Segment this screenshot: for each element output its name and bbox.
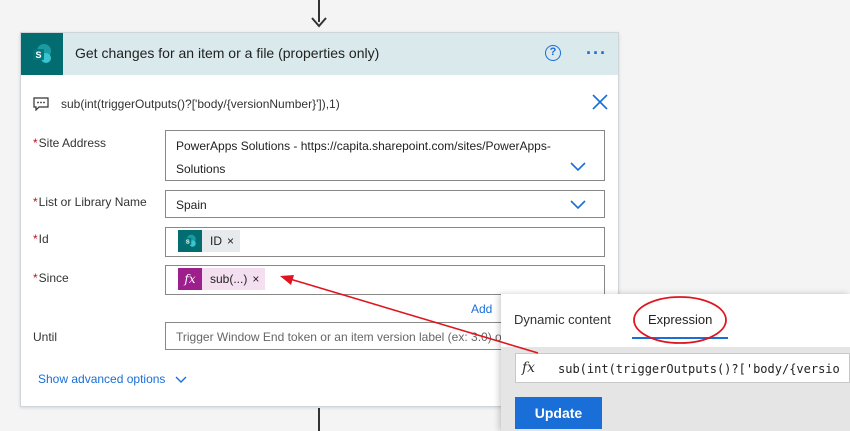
fx-icon: fx	[522, 360, 536, 376]
site-address-value-line1: PowerApps Solutions - https://capita.sha…	[176, 139, 551, 153]
help-icon[interactable]: ?	[545, 45, 561, 61]
until-label: Until	[33, 330, 58, 344]
expression-text: sub(int(triggerOutputs()?['body/{versio	[558, 362, 840, 376]
comment-icon	[33, 97, 49, 111]
since-input[interactable]: fx sub(...) ×	[165, 265, 605, 295]
remove-token-icon[interactable]: ×	[252, 272, 265, 286]
fx-icon: fx	[178, 268, 202, 290]
update-button[interactable]: Update	[515, 397, 602, 429]
comment-text: sub(int(triggerOutputs()?['body/{version…	[61, 97, 340, 111]
card-header[interactable]: S Get changes for an item or a file (pro…	[21, 33, 618, 75]
chevron-down-icon[interactable]	[570, 200, 586, 210]
site-address-label: *Site Address	[33, 136, 107, 150]
expression-editor-area: fx sub(int(triggerOutputs()?['body/{vers…	[501, 347, 850, 431]
svg-text:S: S	[35, 50, 41, 60]
since-label: *Since	[33, 271, 69, 285]
card-title: Get changes for an item or a file (prope…	[75, 45, 380, 61]
comment-row: sub(int(triggerOutputs()?['body/{version…	[33, 93, 609, 115]
sharepoint-token-icon: S	[178, 230, 202, 252]
since-token[interactable]: fx sub(...) ×	[178, 268, 266, 290]
add-dynamic-content-link[interactable]: Add	[471, 302, 492, 316]
tab-expression[interactable]: Expression	[648, 312, 712, 327]
site-address-value-line2: Solutions	[176, 162, 226, 176]
chevron-down-icon[interactable]	[570, 162, 586, 172]
list-name-dropdown[interactable]: Spain	[165, 190, 605, 218]
remove-token-icon[interactable]: ×	[227, 234, 240, 248]
id-token[interactable]: S ID ×	[178, 230, 241, 252]
more-options-icon[interactable]: ···	[586, 43, 607, 64]
id-label: *Id	[33, 232, 49, 246]
flow-connector-bottom	[318, 408, 320, 431]
until-placeholder: Trigger Window End token or an item vers…	[176, 330, 506, 344]
svg-text:S: S	[186, 240, 190, 246]
chevron-down-icon	[175, 376, 187, 383]
id-token-label: ID	[210, 234, 222, 248]
id-input[interactable]: S ID ×	[165, 227, 605, 257]
sharepoint-logo-icon: S	[21, 33, 63, 75]
show-advanced-options-link[interactable]: Show advanced options	[38, 372, 187, 386]
expression-input[interactable]: fx sub(int(triggerOutputs()?['body/{vers…	[515, 353, 850, 383]
list-name-label: *List or Library Name	[33, 195, 147, 209]
since-token-label: sub(...)	[210, 272, 248, 286]
site-address-dropdown[interactable]: PowerApps Solutions - https://capita.sha…	[165, 130, 605, 181]
flow-arrow-icon	[311, 17, 327, 28]
active-tab-indicator	[632, 337, 728, 339]
close-icon[interactable]	[591, 93, 609, 111]
dynamic-content-panel: Dynamic content Expression fx sub(int(tr…	[501, 294, 850, 431]
tab-dynamic-content[interactable]: Dynamic content	[514, 312, 611, 327]
list-name-value: Spain	[176, 198, 207, 212]
